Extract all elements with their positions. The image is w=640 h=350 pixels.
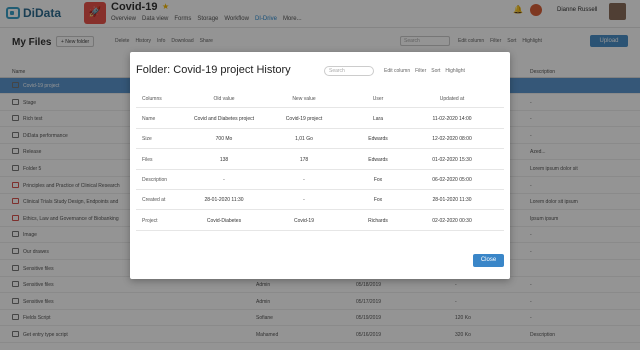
history-cell: 02-02-2020 00:30 <box>432 217 472 224</box>
dialog-tools: Edit column Filter Sort Highlight <box>384 68 465 74</box>
history-cell: Edwards <box>368 136 388 143</box>
history-cell: Richards <box>368 217 388 224</box>
history-cell: Edwards <box>368 156 388 163</box>
divider <box>136 107 504 108</box>
dialog-search-input[interactable]: Search <box>324 66 374 76</box>
history-cell: 700 Mo <box>215 136 233 143</box>
divider <box>136 168 504 170</box>
dialog-tool[interactable]: Sort <box>431 68 440 74</box>
history-cell: 178 <box>299 156 309 163</box>
divider <box>136 128 504 129</box>
history-cell: 138 <box>219 156 229 163</box>
history-cell: 12-02-2020 08:00 <box>432 136 472 143</box>
dialog-tool[interactable]: Edit column <box>384 68 410 74</box>
history-cell: - <box>223 176 225 183</box>
divider <box>136 188 504 190</box>
history-cell: - <box>303 197 305 204</box>
history-cell: 28-01-2020 11:30 <box>204 197 244 204</box>
history-cell: - <box>303 176 305 183</box>
dialog-title: Folder: Covid-19 project History <box>136 64 291 76</box>
history-cell: 01-02-2020 15:30 <box>432 156 472 163</box>
history-cell: Covid-19 <box>293 217 314 224</box>
column-header[interactable]: New value <box>264 96 344 102</box>
history-cell: Fox <box>373 176 383 183</box>
divider <box>136 148 504 150</box>
history-cell: Covid-Diabetes <box>206 217 242 224</box>
history-dialog: Folder: Covid-19 project History Search … <box>130 52 510 279</box>
history-cell: 11-02-2020 14:00 <box>432 116 472 122</box>
dialog-tool[interactable]: Filter <box>415 68 426 74</box>
history-cell: Lara <box>372 116 383 122</box>
dialog-tool[interactable]: Highlight <box>445 68 464 74</box>
history-cell: Covid-19 project <box>285 116 323 122</box>
close-button[interactable]: Close <box>473 254 504 267</box>
column-header[interactable]: User <box>338 96 418 102</box>
column-header[interactable]: Old value <box>184 96 264 102</box>
divider <box>136 229 504 231</box>
history-cell: 28-01-2020 11:30 <box>432 197 472 204</box>
history-cell: 1,01 Go <box>295 136 313 143</box>
history-cell: Covid and Diabetes project <box>193 116 255 122</box>
divider <box>136 209 504 211</box>
column-header[interactable]: Updated at <box>412 96 492 102</box>
history-cell: Fox <box>373 197 383 204</box>
history-cell: 06-02-2020 05:00 <box>432 176 472 183</box>
